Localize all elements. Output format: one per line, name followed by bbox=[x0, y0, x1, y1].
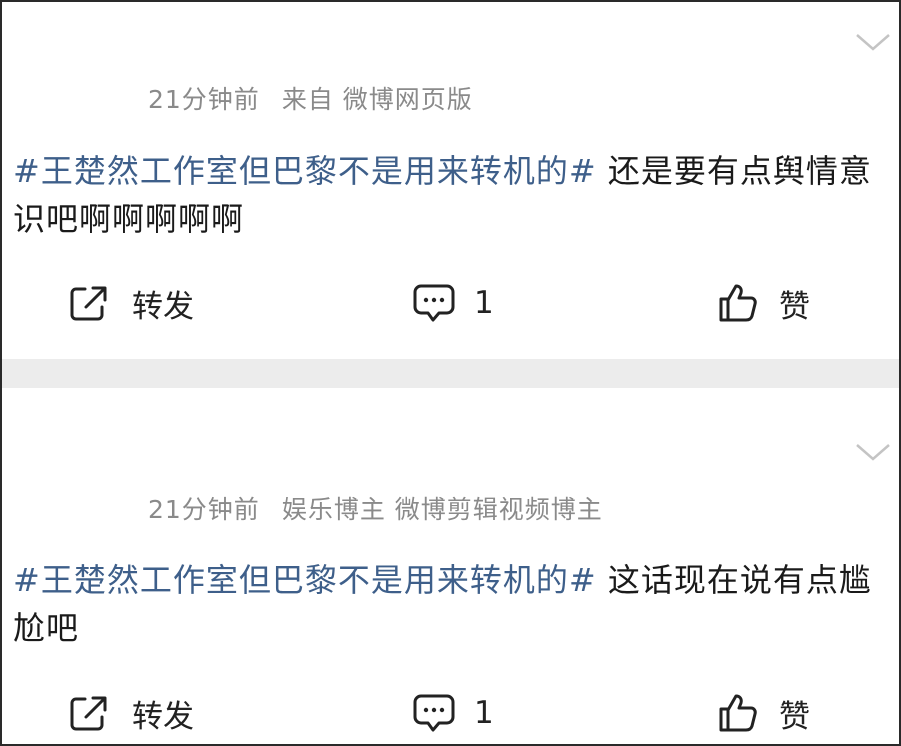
post-divider bbox=[2, 359, 899, 388]
post-time: 21分钟前 bbox=[148, 85, 260, 114]
post-time: 21分钟前 bbox=[148, 495, 260, 524]
comment-button[interactable]: 1 bbox=[412, 688, 494, 738]
action-bar: 转发 1 赞 bbox=[2, 278, 899, 328]
weibo-post: 21分钟前 娱乐博主 微博剪辑视频博主 #王楚然工作室但巴黎不是用来转机的# 这话… bbox=[2, 388, 899, 744]
post-content: #王楚然工作室但巴黎不是用来转机的# 这话现在说有点尴尬吧 bbox=[13, 556, 883, 652]
feed-frame: 21分钟前 来自 微博网页版 #王楚然工作室但巴黎不是用来转机的# 还是要有点舆情… bbox=[0, 0, 901, 746]
post-source: 娱乐博主 微博剪辑视频博主 bbox=[281, 495, 603, 524]
share-icon bbox=[70, 286, 107, 321]
post-meta: 21分钟前 娱乐博主 微博剪辑视频博主 bbox=[148, 490, 603, 526]
topic-link[interactable]: #王楚然工作室但巴黎不是用来转机的# bbox=[13, 561, 597, 599]
chevron-down-icon[interactable] bbox=[853, 30, 893, 54]
repost-label: 转发 bbox=[132, 698, 194, 735]
post-source: 来自 微博网页版 bbox=[281, 85, 473, 114]
chevron-down-icon[interactable] bbox=[853, 440, 893, 464]
like-button[interactable]: 赞 bbox=[717, 278, 810, 328]
post-meta: 21分钟前 来自 微博网页版 bbox=[148, 80, 473, 116]
comment-icon bbox=[413, 694, 455, 732]
comment-icon bbox=[413, 284, 455, 322]
repost-label: 转发 bbox=[132, 288, 194, 325]
repost-button[interactable]: 转发 bbox=[68, 688, 194, 738]
comment-count: 1 bbox=[474, 285, 494, 321]
thumbs-up-icon bbox=[719, 284, 757, 322]
like-label: 赞 bbox=[779, 288, 810, 325]
comment-count: 1 bbox=[474, 695, 494, 731]
action-bar: 转发 1 赞 bbox=[2, 688, 899, 738]
thumbs-up-icon bbox=[719, 694, 757, 732]
like-button[interactable]: 赞 bbox=[717, 688, 810, 738]
comment-button[interactable]: 1 bbox=[412, 278, 494, 328]
like-label: 赞 bbox=[779, 698, 810, 735]
repost-button[interactable]: 转发 bbox=[68, 278, 194, 328]
topic-link[interactable]: #王楚然工作室但巴黎不是用来转机的# bbox=[13, 152, 597, 190]
share-icon bbox=[70, 696, 107, 731]
weibo-post: 21分钟前 来自 微博网页版 #王楚然工作室但巴黎不是用来转机的# 还是要有点舆情… bbox=[2, 2, 899, 359]
post-content: #王楚然工作室但巴黎不是用来转机的# 还是要有点舆情意识吧啊啊啊啊啊 bbox=[13, 147, 883, 243]
